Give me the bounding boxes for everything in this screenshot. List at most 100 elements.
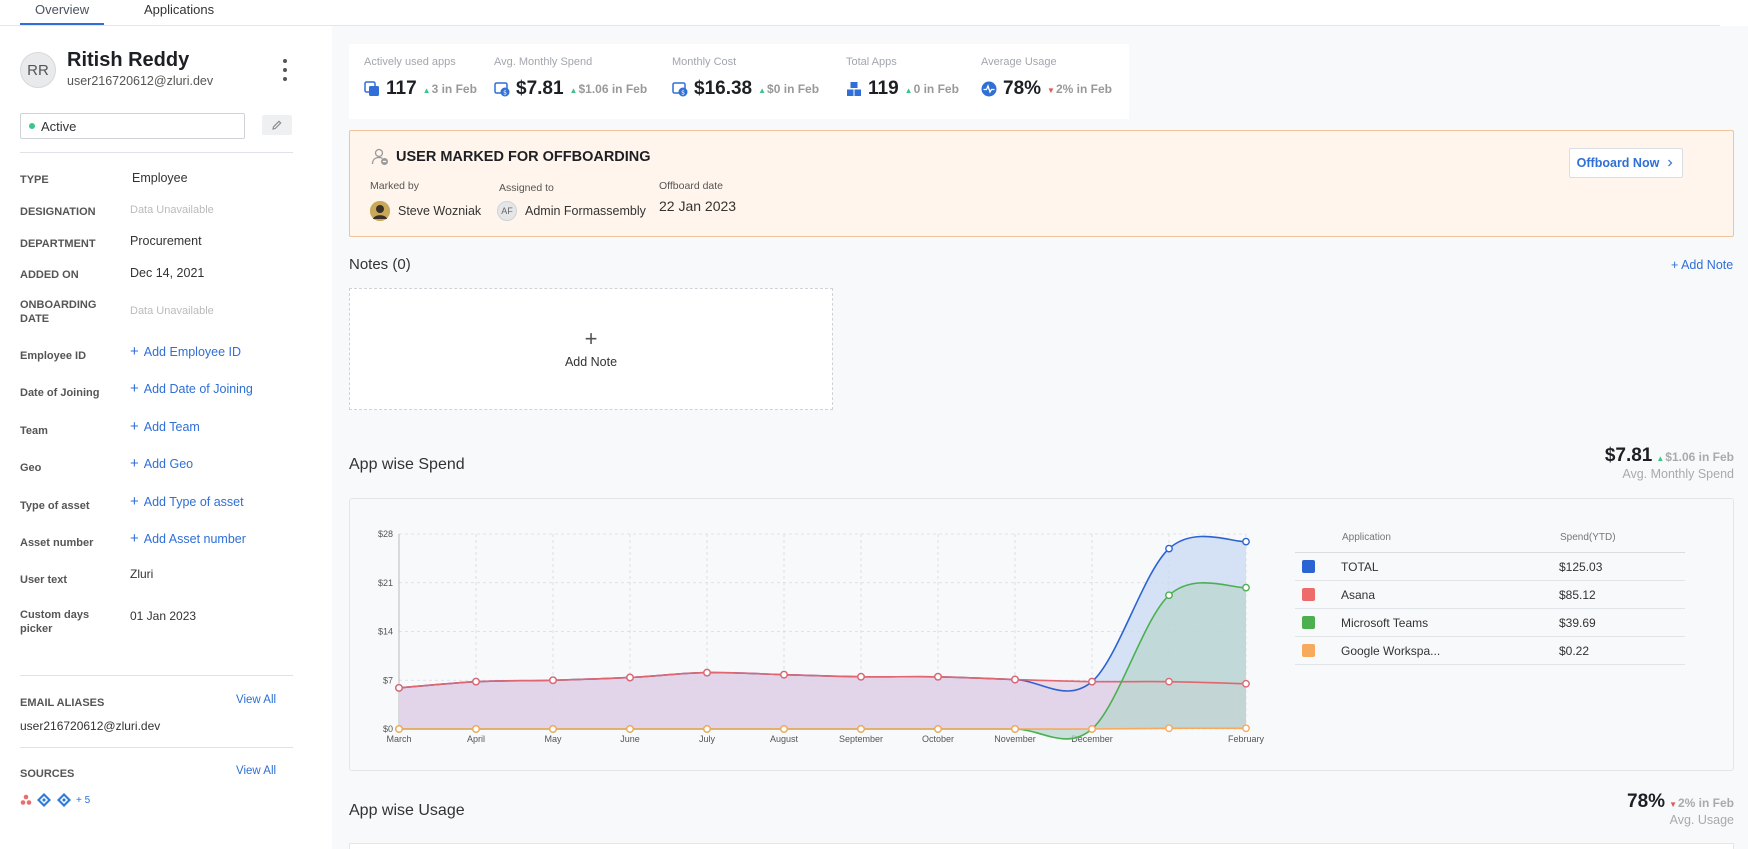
x-tick-label: March (386, 734, 411, 744)
sources-title: SOURCES (20, 768, 75, 780)
point-google-workspa (1011, 725, 1019, 733)
y-tick-label: $0 (383, 724, 393, 734)
plus-icon: + (130, 493, 139, 510)
add-asset-number-link[interactable]: + Add Asset number (130, 530, 246, 547)
status-dot-icon (29, 123, 35, 129)
more-options-icon[interactable] (280, 59, 290, 81)
offboarding-banner: USER MARKED FOR OFFBOARDING Marked by St… (349, 130, 1734, 237)
x-tick-label: February (1228, 734, 1265, 744)
status-field[interactable]: Active (20, 113, 245, 139)
email-aliases-view-all-link[interactable]: View All (236, 694, 276, 706)
point-asana (1011, 675, 1019, 684)
app-usage-chart-card (349, 843, 1734, 849)
y-tick-label: $7 (383, 675, 393, 685)
chevron-right-icon (1668, 159, 1673, 167)
point-google-workspa (780, 725, 788, 733)
series-color-swatch (1302, 616, 1315, 629)
edit-status-button[interactable] (262, 115, 292, 135)
series-color-swatch (1302, 644, 1315, 657)
y-tick-label: $28 (378, 529, 393, 539)
add-geo-link[interactable]: + Add Geo (130, 455, 193, 472)
point-asana (780, 670, 788, 679)
point-asana (626, 673, 634, 682)
assigned-to-label: Assigned to (499, 182, 554, 194)
point-google-workspa (857, 725, 865, 733)
plus-icon: + (130, 455, 139, 472)
azure-ad-icon (57, 793, 71, 807)
property-label-added-on: ADDED ON (20, 269, 79, 281)
property-value-custom-days-picker: 01 Jan 2023 (130, 609, 197, 623)
property-label-onboarding-date: ONBOARDING DATE (20, 299, 97, 325)
email-alias-item: user216720612@zluri.dev (20, 719, 161, 733)
x-tick-label: October (922, 734, 954, 744)
total-apps-icon (847, 82, 861, 96)
user-email: user216720612@zluri.dev (67, 74, 214, 88)
stat-actively-used-apps: Actively used apps 117 ▲3 in Feb (364, 56, 477, 99)
plus-icon: + (130, 380, 139, 397)
plus-icon: + (130, 418, 139, 435)
marked-by-label: Marked by (370, 180, 420, 192)
table-row[interactable]: Microsoft Teams $39.69 (1295, 609, 1685, 637)
point-google-workspa (395, 725, 403, 733)
property-value-user-text: Zluri (130, 567, 154, 581)
point-asana (1242, 679, 1250, 688)
property-label-type-of-asset: Type of asset (20, 500, 90, 512)
property-label-custom-days-picker: Custom days picker (20, 609, 90, 635)
offboard-now-button[interactable]: Offboard Now (1569, 148, 1683, 178)
property-value-department: Procurement (130, 234, 202, 248)
point-google-workspa (626, 725, 634, 733)
point-google-workspa (1242, 724, 1250, 733)
property-value-onboarding-date: Data Unavailable (130, 305, 214, 317)
property-label-asset-number: Asset number (20, 537, 94, 549)
add-date-of-joining-link[interactable]: + Add Date of Joining (130, 380, 253, 397)
divider (20, 675, 293, 676)
spend-icon: $ (494, 82, 510, 97)
stat-monthly-cost: Monthly Cost $ $16.38 ▲$0 in Feb (672, 56, 820, 99)
status-value: Active (41, 118, 77, 134)
sources-view-all-link[interactable]: View All (236, 765, 276, 777)
plus-icon: + (130, 343, 139, 360)
offboard-date-value: 22 Jan 2023 (659, 198, 737, 214)
pencil-icon (272, 120, 282, 130)
point-asana (395, 684, 403, 692)
apps-icon (364, 81, 379, 96)
point-asana (703, 668, 711, 677)
property-label-designation: DESIGNATION (20, 206, 96, 218)
tab-applications[interactable]: Applications (144, 2, 214, 17)
property-label-employee-id: Employee ID (20, 350, 87, 362)
point-asana (549, 676, 557, 685)
point-microsoft-teams (1165, 591, 1173, 600)
x-tick-label: July (699, 734, 716, 744)
notes-title: Notes (0) (349, 256, 411, 273)
avatar: AF (497, 201, 517, 221)
y-tick-label: $14 (378, 627, 393, 637)
property-value-added-on: Dec 14, 2021 (130, 266, 205, 280)
add-team-link[interactable]: + Add Team (130, 418, 200, 435)
add-note-box[interactable]: + Add Note (349, 288, 833, 410)
azure-ad-icon (37, 793, 51, 807)
add-employee-id-link[interactable]: + Add Employee ID (130, 343, 241, 360)
add-type-of-asset-link[interactable]: + Add Type of asset (130, 493, 244, 510)
property-label-geo: Geo (20, 462, 42, 474)
property-label-department: DEPARTMENT (20, 238, 96, 250)
plus-icon: + (130, 530, 139, 547)
table-row[interactable]: Google Workspa... $0.22 (1295, 637, 1685, 665)
table-row[interactable]: Asana $85.12 (1295, 581, 1685, 609)
table-row[interactable]: TOTAL $125.03 (1295, 553, 1685, 581)
spend-table-header: Application Spend(YTD) (1295, 523, 1685, 553)
point-google-workspa (1165, 724, 1173, 733)
avatar (370, 201, 390, 221)
tab-overview[interactable]: Overview (35, 2, 89, 17)
user-name: Ritish Reddy (67, 49, 190, 71)
cost-icon: $ (672, 82, 688, 97)
assigned-to-value: AF Admin Formassembly (497, 201, 646, 221)
add-note-link[interactable]: + Add Note (1671, 258, 1733, 272)
app-spend-chart-card: $0 $7 $14 $21 $28 March April May June July August… (349, 498, 1734, 771)
sources-more-count[interactable]: + 5 (76, 795, 90, 806)
property-label-date-of-joining: Date of Joining (20, 387, 100, 399)
app-spend-title: App wise Spend (349, 456, 465, 473)
user-remove-icon (371, 148, 388, 165)
divider (20, 747, 293, 748)
point-asana (1088, 677, 1096, 686)
point-google-workspa (934, 725, 942, 733)
